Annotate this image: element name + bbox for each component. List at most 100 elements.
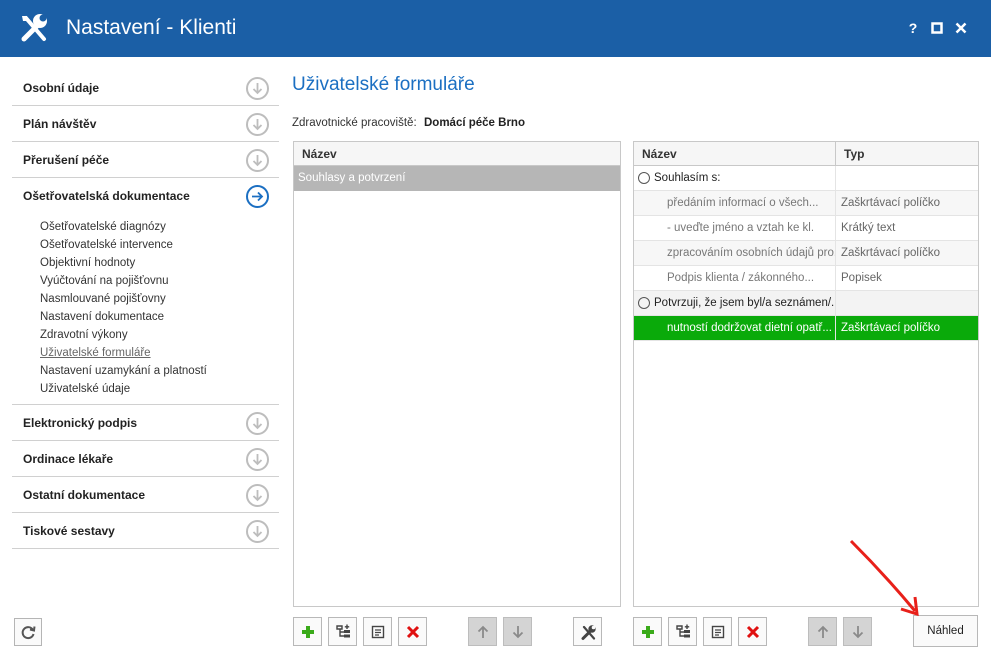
edit-form-button[interactable]	[363, 617, 392, 646]
sidebar-item-objektivni-hodnoty[interactable]: Objektivní hodnoty	[12, 254, 279, 272]
forms-grid: Název Souhlasy a potvrzení	[293, 141, 621, 607]
sidebar-section-label: Tiskové sestavy	[23, 524, 115, 538]
refresh-icon	[21, 626, 36, 640]
arrow-down-circle-icon	[246, 520, 269, 543]
arrow-down-circle-icon	[246, 412, 269, 435]
move-field-up-button[interactable]	[808, 617, 837, 646]
sidebar-item-nastaveni-dokumentace[interactable]: Nastavení dokumentace	[12, 308, 279, 326]
arrow-down-circle-icon	[246, 113, 269, 136]
maximize-button[interactable]	[928, 19, 946, 37]
table-row-selected[interactable]: nutností dodržovat dietní opatř... Zaškr…	[634, 316, 978, 341]
move-down-button[interactable]	[503, 617, 532, 646]
sidebar-section-label: Ošetřovatelská dokumentace	[23, 189, 190, 203]
table-row[interactable]: Souhlasy a potvrzení	[294, 166, 620, 191]
title-bar: Nastavení - Klienti ?	[0, 0, 991, 57]
column-header-nazev[interactable]: Název	[302, 147, 337, 161]
table-row-group[interactable]: Souhlasím s:	[634, 166, 978, 191]
edit-document-icon	[711, 625, 725, 639]
cell-name: zpracováním osobních údajů pro...	[634, 241, 836, 265]
edit-document-icon	[371, 625, 385, 639]
sidebar-section-tiskove-sestavy[interactable]: Tiskové sestavy	[12, 513, 279, 549]
form-fields-grid-header: Název Typ	[634, 142, 978, 166]
cell-name: nutností dodržovat dietní opatř...	[634, 316, 836, 340]
tools-icon	[21, 14, 47, 42]
cell-type	[836, 291, 978, 315]
sidebar-section-label: Elektronický podpis	[23, 416, 138, 430]
sidebar-item-nasmlouvane-pojistovny[interactable]: Nasmlouvané pojišťovny	[12, 290, 279, 308]
add-subitem-icon	[676, 624, 690, 638]
workplace-value: Domácí péče Brno	[424, 117, 525, 129]
move-up-button[interactable]	[468, 617, 497, 646]
add-subitem-icon	[336, 624, 350, 638]
sidebar-item-nastaveni-uzamykani[interactable]: Nastavení uzamykání a platností	[12, 362, 279, 380]
sidebar-item-uzivatelske-formulare[interactable]: Uživatelské formuláře	[12, 344, 279, 362]
arrow-down-circle-icon	[246, 484, 269, 507]
form-fields-grid: Název Typ Souhlasím s: předáním informac…	[633, 141, 979, 607]
sidebar-section-label: Ostatní dokumentace	[23, 488, 146, 502]
close-icon	[955, 22, 967, 34]
help-button[interactable]: ?	[904, 19, 922, 37]
delete-field-button[interactable]	[738, 617, 767, 646]
refresh-button[interactable]	[14, 618, 42, 646]
add-subfield-button[interactable]	[668, 617, 697, 646]
column-divider[interactable]	[835, 142, 836, 166]
sidebar-subitems: Ošetřovatelské diagnózy Ošetřovatelské i…	[12, 214, 279, 405]
maximize-icon	[931, 22, 943, 34]
close-button[interactable]	[952, 19, 970, 37]
table-row[interactable]: předáním informací o všech... Zaškrtávac…	[634, 191, 978, 216]
add-field-button[interactable]	[633, 617, 662, 646]
forms-grid-header: Název	[294, 142, 620, 166]
cell-type: Zaškrtávací políčko	[836, 316, 978, 340]
sidebar-section-label: Plán návštěv	[23, 117, 97, 131]
sidebar-section-osobni-udaje[interactable]: Osobní údaje	[12, 70, 279, 106]
sidebar-item-uzivatelske-udaje[interactable]: Uživatelské údaje	[12, 380, 279, 398]
settings-button[interactable]	[573, 617, 602, 646]
column-header-typ[interactable]: Typ	[844, 147, 864, 161]
sidebar-section-label: Osobní údaje	[23, 81, 100, 95]
arrow-up-icon	[477, 625, 489, 638]
sidebar-item-zdravotni-vykony[interactable]: Zdravotní výkony	[12, 326, 279, 344]
sidebar-section-elektronicky-podpis[interactable]: Elektronický podpis	[12, 405, 279, 441]
arrow-down-circle-icon	[246, 149, 269, 172]
sidebar-section-ordinace-lekare[interactable]: Ordinace lékaře	[12, 441, 279, 477]
plus-icon	[642, 626, 654, 638]
sidebar-section-label: Ordinace lékaře	[23, 452, 114, 466]
delete-icon	[746, 625, 760, 639]
arrow-down-circle-icon	[246, 448, 269, 471]
arrow-down-circle-icon	[246, 77, 269, 100]
cell-type: Krátký text	[836, 216, 978, 240]
collapse-icon[interactable]	[638, 172, 650, 184]
sidebar-item-osetrovatelske-diagnozy[interactable]: Ošetřovatelské diagnózy	[12, 218, 279, 236]
sidebar-section-preruseni-pece[interactable]: Přerušení péče	[12, 142, 279, 178]
sidebar-section-osetrovatelska-dokumentace[interactable]: Ošetřovatelská dokumentace	[12, 178, 279, 214]
sidebar-item-osetrovatelske-intervence[interactable]: Ošetřovatelské intervence	[12, 236, 279, 254]
sidebar-section-plan-navstev[interactable]: Plán návštěv	[12, 106, 279, 142]
delete-form-button[interactable]	[398, 617, 427, 646]
edit-field-button[interactable]	[703, 617, 732, 646]
arrow-right-circle-icon	[246, 185, 269, 208]
table-row-group[interactable]: Potvrzuji, že jsem byl/a seznámen/...	[634, 291, 978, 316]
arrow-down-icon	[512, 626, 524, 639]
add-form-button[interactable]	[293, 617, 322, 646]
cell-type: Zaškrtávací políčko	[836, 191, 978, 215]
workplace-label: Zdravotnické pracoviště:	[292, 117, 417, 129]
sidebar-item-vyuctovani[interactable]: Vyúčtování na pojišťovnu	[12, 272, 279, 290]
delete-icon	[406, 625, 420, 639]
table-row[interactable]: - uveďte jméno a vztah ke kl. Krátký tex…	[634, 216, 978, 241]
table-row[interactable]: zpracováním osobních údajů pro... Zaškrt…	[634, 241, 978, 266]
sidebar-section-ostatni-dokumentace[interactable]: Ostatní dokumentace	[12, 477, 279, 513]
cell-name: - uveďte jméno a vztah ke kl.	[634, 216, 836, 240]
cell-name: Potvrzuji, že jsem byl/a seznámen/...	[634, 291, 836, 315]
tools-icon	[581, 625, 596, 640]
cell-name: Souhlasím s:	[634, 166, 836, 190]
table-row[interactable]: Podpis klienta / zákonného... Popisek	[634, 266, 978, 291]
collapse-icon[interactable]	[638, 297, 650, 309]
arrow-up-icon	[817, 625, 829, 638]
window-title: Nastavení - Klienti	[66, 16, 237, 39]
page-title: Uživatelské formuláře	[292, 74, 475, 95]
sidebar-section-label: Přerušení péče	[23, 153, 110, 167]
column-header-nazev[interactable]: Název	[642, 147, 677, 161]
cell-text: Souhlasím s:	[654, 172, 721, 184]
add-subitem-button[interactable]	[328, 617, 357, 646]
move-field-down-button[interactable]	[843, 617, 872, 646]
